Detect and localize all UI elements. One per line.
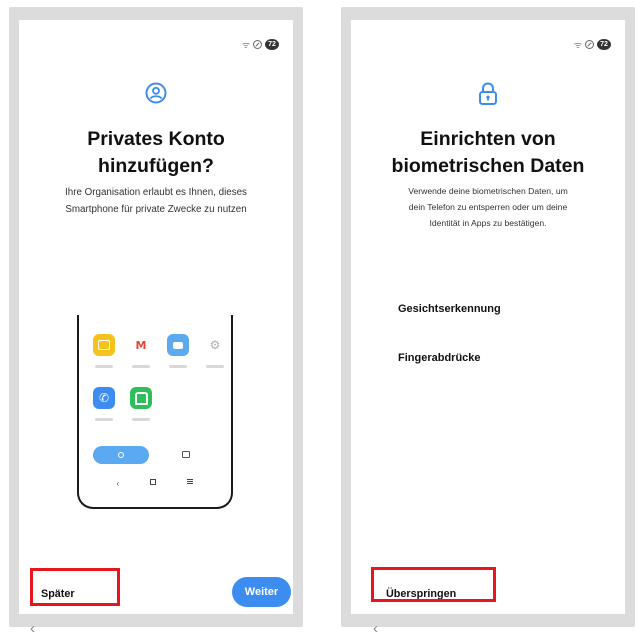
- subtitle-line3: Identität in Apps zu bestätigen.: [429, 218, 547, 228]
- subtitle-line1: Verwende deine biometrischen Daten, um: [408, 186, 568, 196]
- battery-icon: 72: [265, 39, 279, 50]
- highlight-box-skip: [371, 567, 496, 602]
- highlight-box-later: [30, 568, 120, 606]
- account-circle-icon: [145, 82, 167, 109]
- app-green: [130, 387, 152, 421]
- illustration-nav-bar: ‹: [79, 479, 231, 488]
- messages-icon: [167, 334, 189, 356]
- signal-icon: ᯤ: [241, 40, 250, 50]
- phone-frame-left: ᯤ 72 Privates Konto hinzufügen? Ihre Org…: [9, 7, 303, 634]
- back-chevron-icon[interactable]: ‹: [373, 620, 378, 634]
- screen-biometrics-setup: ᯤ 72 Einrichten von biometrischen Daten …: [351, 20, 625, 634]
- home-nav-icon: [150, 479, 157, 485]
- page-title-line1: Einrichten von: [420, 128, 556, 150]
- gmail-icon: M: [135, 338, 147, 352]
- subtitle-line1: Ihre Organisation erlaubt es Ihnen, dies…: [65, 187, 247, 198]
- green-app-icon: [130, 387, 152, 409]
- status-bar: ᯤ 72: [242, 38, 279, 51]
- app-row-1: M ⚙: [93, 334, 226, 368]
- recents-nav-icon: [187, 479, 194, 484]
- app-messages: [167, 334, 189, 368]
- do-not-disturb-icon: [585, 40, 594, 49]
- subtitle-line2: dein Telefon zu entsperren oder um deine: [408, 202, 568, 212]
- smartphone-illustration: M ⚙ ✆ ‹: [77, 315, 233, 509]
- status-bar: ᯤ 72: [574, 38, 611, 51]
- do-not-disturb-icon: [253, 40, 262, 49]
- option-fingerprints[interactable]: Fingerabdrücke: [398, 352, 481, 364]
- dock-pill: [93, 446, 149, 464]
- app-row-2: ✆: [93, 387, 152, 421]
- option-face-recognition[interactable]: Gesichtserkennung: [398, 303, 501, 315]
- phone-frame-right: ᯤ 72 Einrichten von biometrischen Daten …: [341, 7, 635, 634]
- battery-icon: 72: [597, 39, 611, 50]
- gear-icon: ⚙: [209, 338, 221, 352]
- back-chevron-icon[interactable]: ‹: [30, 620, 35, 634]
- app-settings: ⚙: [204, 334, 226, 368]
- page-title-line2: biometrischen Daten: [391, 155, 585, 177]
- next-button[interactable]: Weiter: [232, 577, 291, 607]
- page-title-line2: hinzufügen?: [98, 155, 214, 177]
- bag-icon: [182, 451, 190, 458]
- phone-icon: ✆: [93, 387, 115, 409]
- lock-icon: [478, 82, 498, 111]
- page-title-line1: Privates Konto: [87, 128, 225, 150]
- app-gmail: M: [130, 334, 152, 368]
- files-icon: [93, 334, 115, 356]
- signal-icon: ᯤ: [573, 40, 582, 50]
- subtitle-line2: Smartphone für private Zwecke zu nutzen: [65, 204, 247, 215]
- back-nav-icon: ‹: [116, 479, 120, 488]
- app-files: [93, 334, 115, 368]
- app-phone: ✆: [93, 387, 115, 421]
- screen-add-private-account: ᯤ 72 Privates Konto hinzufügen? Ihre Org…: [19, 20, 293, 634]
